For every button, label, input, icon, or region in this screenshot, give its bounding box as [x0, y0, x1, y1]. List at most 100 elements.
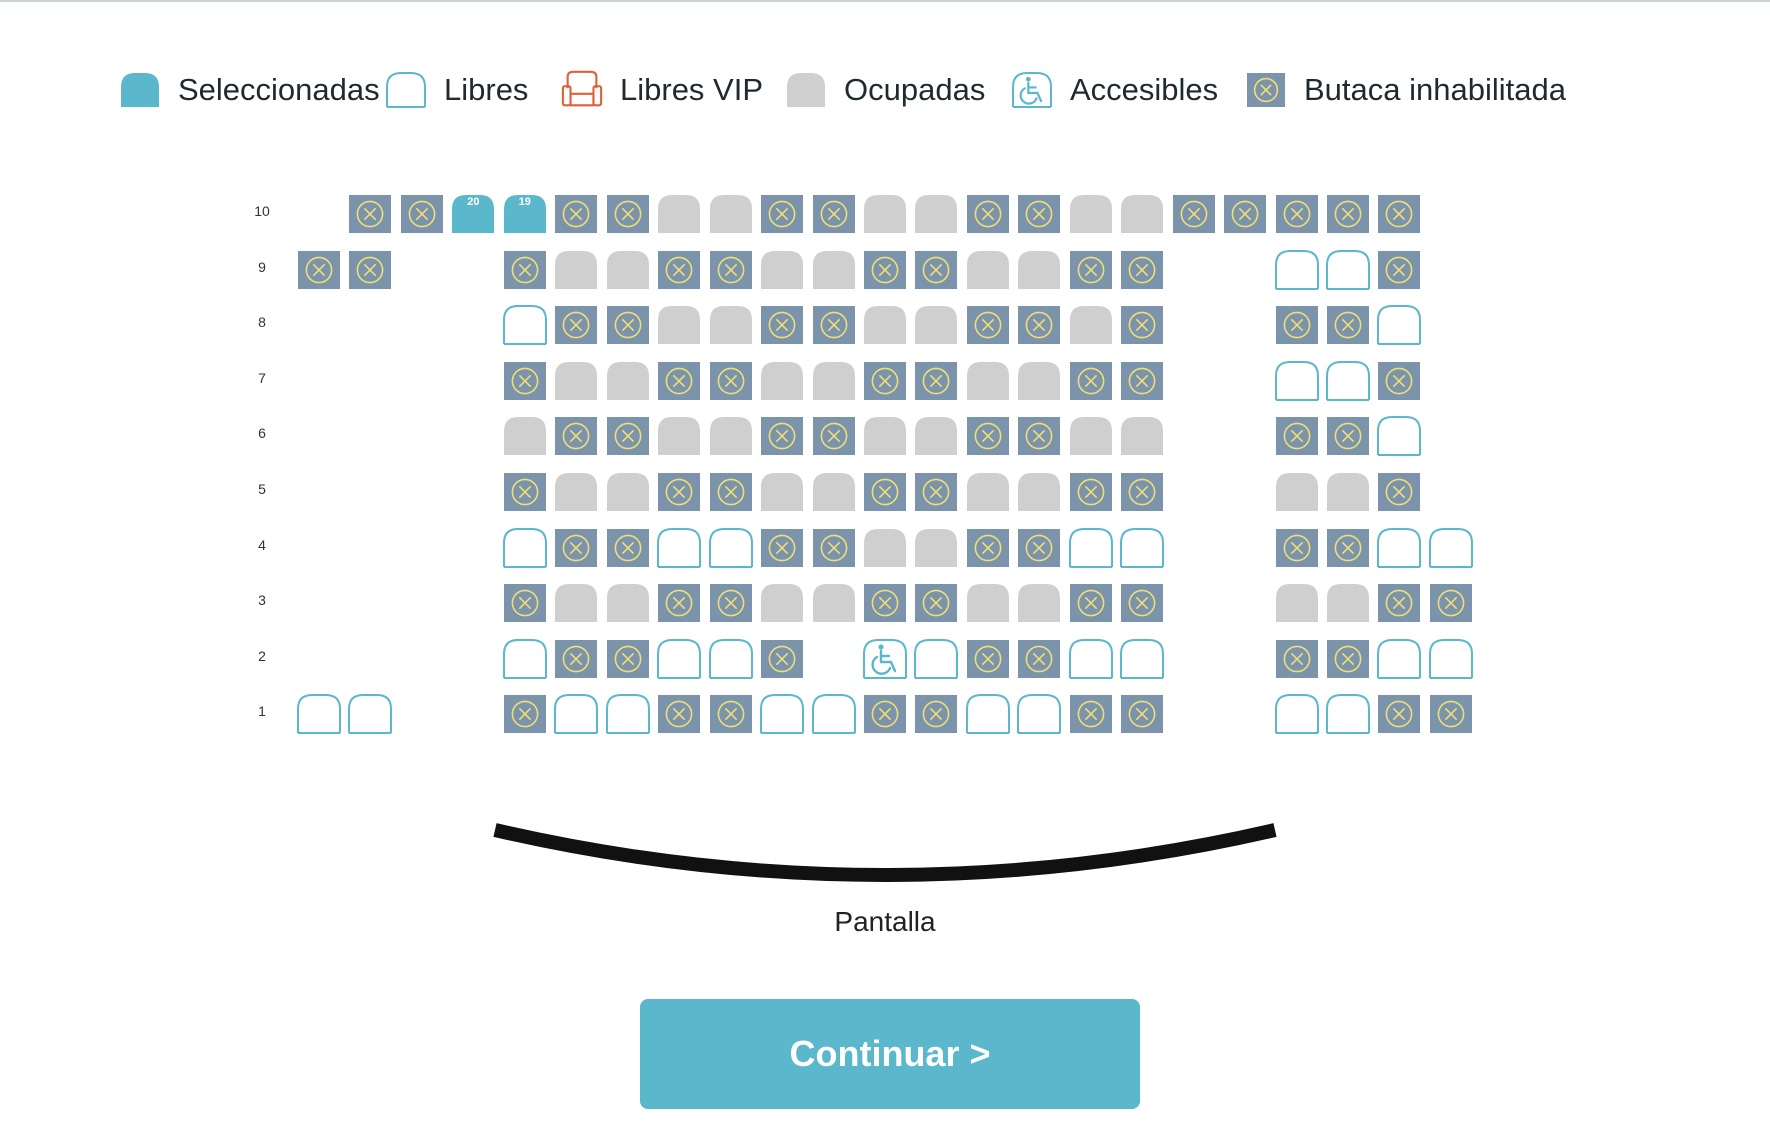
- seat-disabled: [1325, 304, 1371, 346]
- seat-occupied: [862, 193, 908, 235]
- continue-button[interactable]: Continuar >: [640, 999, 1140, 1109]
- row-label: 9: [258, 258, 266, 275]
- seat-free[interactable]: [1274, 249, 1320, 291]
- seat-free[interactable]: [759, 693, 805, 735]
- row-label: 6: [258, 425, 266, 442]
- seat-disabled: [605, 527, 651, 569]
- seat-occupied: [553, 582, 599, 624]
- seat-free[interactable]: [605, 693, 651, 735]
- seat-free[interactable]: [553, 693, 599, 735]
- seat-disabled: [811, 415, 857, 457]
- seat-free[interactable]: [1119, 527, 1165, 569]
- seat-occupied: [708, 304, 754, 346]
- seat-disabled: [347, 193, 393, 235]
- seat-free[interactable]: [1119, 638, 1165, 680]
- seat-disabled: [1068, 360, 1114, 402]
- seat-selected[interactable]: 19: [502, 193, 548, 235]
- seat-free[interactable]: [296, 693, 342, 735]
- seat-occupied: [1068, 415, 1114, 457]
- seat-free[interactable]: [1428, 527, 1474, 569]
- seat-free[interactable]: [1068, 527, 1114, 569]
- seat-occupied: [913, 527, 959, 569]
- seat-occupied: [605, 471, 651, 513]
- seat-free[interactable]: [1376, 415, 1422, 457]
- seat-disabled: [1274, 527, 1320, 569]
- seat-disabled: [1274, 193, 1320, 235]
- seat-free[interactable]: [1325, 249, 1371, 291]
- seat-free[interactable]: [1274, 360, 1320, 402]
- seat-disabled: [502, 693, 548, 735]
- seat-occupied: [965, 471, 1011, 513]
- seat-occupied: [553, 360, 599, 402]
- seat-disabled: [656, 249, 702, 291]
- seat-occupied: [553, 471, 599, 513]
- seat-disabled: [759, 415, 805, 457]
- row-label: 10: [254, 203, 270, 219]
- seat-disabled: [913, 360, 959, 402]
- seat-free[interactable]: [347, 693, 393, 735]
- seat-free[interactable]: [708, 638, 754, 680]
- seat-free[interactable]: [1274, 693, 1320, 735]
- seat-disabled: [1016, 193, 1062, 235]
- seat-disabled: [1119, 582, 1165, 624]
- seat-occupied: [811, 471, 857, 513]
- seat-disabled: [759, 193, 805, 235]
- seat-occupied: [502, 415, 548, 457]
- seat-disabled: [862, 249, 908, 291]
- seat-disabled: [1119, 360, 1165, 402]
- seat-disabled: [656, 693, 702, 735]
- seat-disabled: [1119, 249, 1165, 291]
- seat-free[interactable]: [1016, 693, 1062, 735]
- seat-free[interactable]: [1325, 693, 1371, 735]
- seat-disabled: [1016, 638, 1062, 680]
- seat-free[interactable]: [1325, 360, 1371, 402]
- seat-disabled: [347, 249, 393, 291]
- seat-disabled: [553, 527, 599, 569]
- seat-disabled: [913, 249, 959, 291]
- seat-disabled: [605, 638, 651, 680]
- seat-disabled: [553, 193, 599, 235]
- seat-disabled: [913, 693, 959, 735]
- seat-selected[interactable]: 20: [450, 193, 496, 235]
- seat-accessible[interactable]: [862, 638, 908, 680]
- seat-free[interactable]: [502, 304, 548, 346]
- seat-disabled: [553, 638, 599, 680]
- seat-occupied: [1274, 582, 1320, 624]
- seat-free[interactable]: [965, 693, 1011, 735]
- seat-free[interactable]: [502, 638, 548, 680]
- seat-disabled: [708, 471, 754, 513]
- seat-occupied: [1016, 249, 1062, 291]
- seat-free[interactable]: [656, 527, 702, 569]
- seat-free[interactable]: [708, 527, 754, 569]
- screen-label: Pantalla: [834, 906, 936, 937]
- seat-free[interactable]: [1376, 527, 1422, 569]
- seat-occupied: [965, 360, 1011, 402]
- seat-free[interactable]: [913, 638, 959, 680]
- seat-disabled: [759, 638, 805, 680]
- seat-free[interactable]: [811, 693, 857, 735]
- seat-free[interactable]: [1068, 638, 1114, 680]
- seat-occupied: [656, 304, 702, 346]
- seat-occupied: [862, 415, 908, 457]
- seat-disabled: [1376, 693, 1422, 735]
- seat-free[interactable]: [1428, 638, 1474, 680]
- seat-disabled: [965, 304, 1011, 346]
- seat-occupied: [913, 193, 959, 235]
- seat-disabled: [913, 471, 959, 513]
- seat-free[interactable]: [656, 638, 702, 680]
- seat-free[interactable]: [1376, 304, 1422, 346]
- seat-occupied: [1119, 415, 1165, 457]
- seat-disabled: [759, 304, 805, 346]
- seat-disabled: [1171, 193, 1217, 235]
- row-label: 1: [258, 703, 266, 720]
- seat-free[interactable]: [1376, 638, 1422, 680]
- seat-disabled: [965, 638, 1011, 680]
- seat-occupied: [1119, 193, 1165, 235]
- seat-disabled: [708, 693, 754, 735]
- seat-disabled: [1325, 193, 1371, 235]
- seat-free[interactable]: [502, 527, 548, 569]
- seat-disabled: [1016, 415, 1062, 457]
- seat-occupied: [913, 415, 959, 457]
- seat-occupied: [1016, 582, 1062, 624]
- seat-disabled: [1376, 471, 1422, 513]
